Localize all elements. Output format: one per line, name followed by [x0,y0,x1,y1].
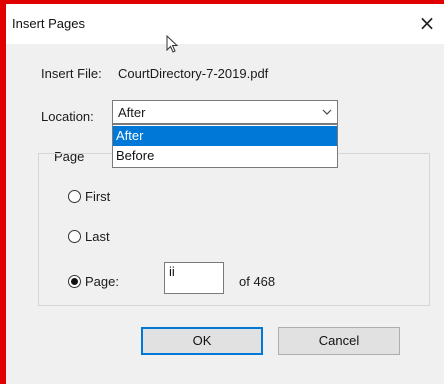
last-radio[interactable] [68,230,81,243]
first-radio-label[interactable]: First [85,189,110,204]
mouse-cursor-icon [166,35,179,53]
location-option-after[interactable]: After [113,126,337,146]
insert-file-label: Insert File: [41,66,102,81]
close-icon[interactable]: × [416,12,438,34]
first-radio[interactable] [68,190,81,203]
cancel-button[interactable]: Cancel [278,327,400,355]
page-count-label: of 468 [239,274,276,289]
dialog-title: Insert Pages [12,16,85,31]
page-radio[interactable] [68,275,81,288]
title-bar[interactable]: Insert Pages × [6,4,444,44]
insert-file-name: CourtDirectory-7-2019.pdf [118,66,269,81]
dialog-body: Insert File: CourtDirectory-7-2019.pdf L… [6,44,444,384]
ok-button[interactable]: OK [141,327,263,355]
last-radio-label[interactable]: Last [85,229,110,244]
page-number-input[interactable] [164,262,224,294]
chevron-down-icon[interactable] [321,106,333,118]
location-select[interactable]: After [112,100,338,124]
location-label: Location: [41,109,94,124]
location-select-value: After [118,105,146,120]
page-radio-label[interactable]: Page: [85,274,119,289]
location-dropdown-list[interactable]: After Before [112,124,338,168]
location-option-before[interactable]: Before [113,146,337,166]
